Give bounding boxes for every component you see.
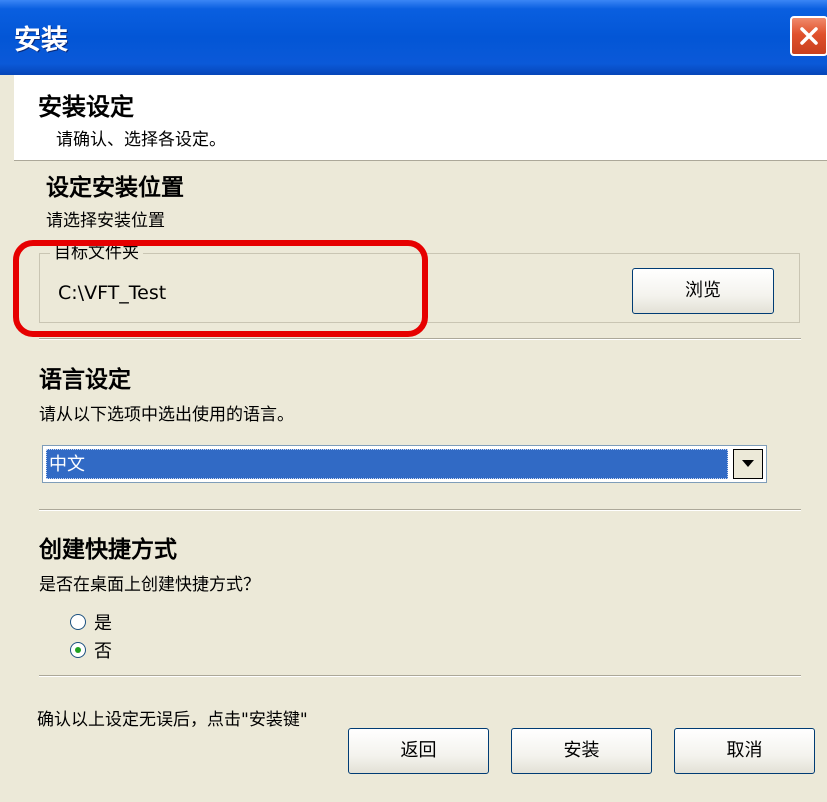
dropdown-button[interactable] <box>733 449 763 479</box>
language-selected-value: 中文 <box>46 449 728 479</box>
shortcut-no-label[interactable]: 否 <box>94 637 112 663</box>
location-section-title: 设定安装位置 <box>46 175 184 201</box>
page-subtitle: 请确认、选择各设定。 <box>56 130 226 150</box>
window-title: 安装 <box>14 25 68 56</box>
title-bar[interactable]: 安装 <box>0 0 827 75</box>
back-button[interactable]: 返回 <box>348 728 489 774</box>
header-panel: 安装设定 请确认、选择各设定。 <box>14 75 827 161</box>
language-section-title: 语言设定 <box>39 367 131 393</box>
shortcut-section-title: 创建快捷方式 <box>39 537 177 563</box>
shortcut-question: 是否在桌面上创建快捷方式？ <box>39 575 260 595</box>
page-title: 安装设定 <box>38 93 134 121</box>
close-icon <box>800 27 818 45</box>
radio-checked-icon[interactable] <box>70 642 86 658</box>
confirm-note: 确认以上设定无误后，点击"安装键" <box>37 710 308 730</box>
shortcut-yes-label[interactable]: 是 <box>94 609 112 635</box>
location-instruction: 请选择安装位置 <box>46 211 165 231</box>
chevron-down-icon <box>742 460 754 467</box>
language-instruction: 请从以下选项中选出使用的语言。 <box>39 405 294 425</box>
radio-dot <box>75 647 81 653</box>
install-button[interactable]: 安装 <box>511 728 652 774</box>
browse-button[interactable]: 浏览 <box>632 268 774 314</box>
separator <box>39 509 801 511</box>
highlight-annotation <box>13 240 428 337</box>
language-select[interactable]: 中文 <box>42 445 767 483</box>
close-button[interactable] <box>790 16 827 56</box>
cancel-button[interactable]: 取消 <box>674 728 815 774</box>
radio-checked-icon[interactable] <box>70 614 86 630</box>
separator <box>39 675 801 677</box>
installer-dialog: 安装 安装设定 请确认、选择各设定。 设定安装位置 请选择安装位置 目标文件夹 … <box>0 0 827 802</box>
separator <box>39 338 801 340</box>
